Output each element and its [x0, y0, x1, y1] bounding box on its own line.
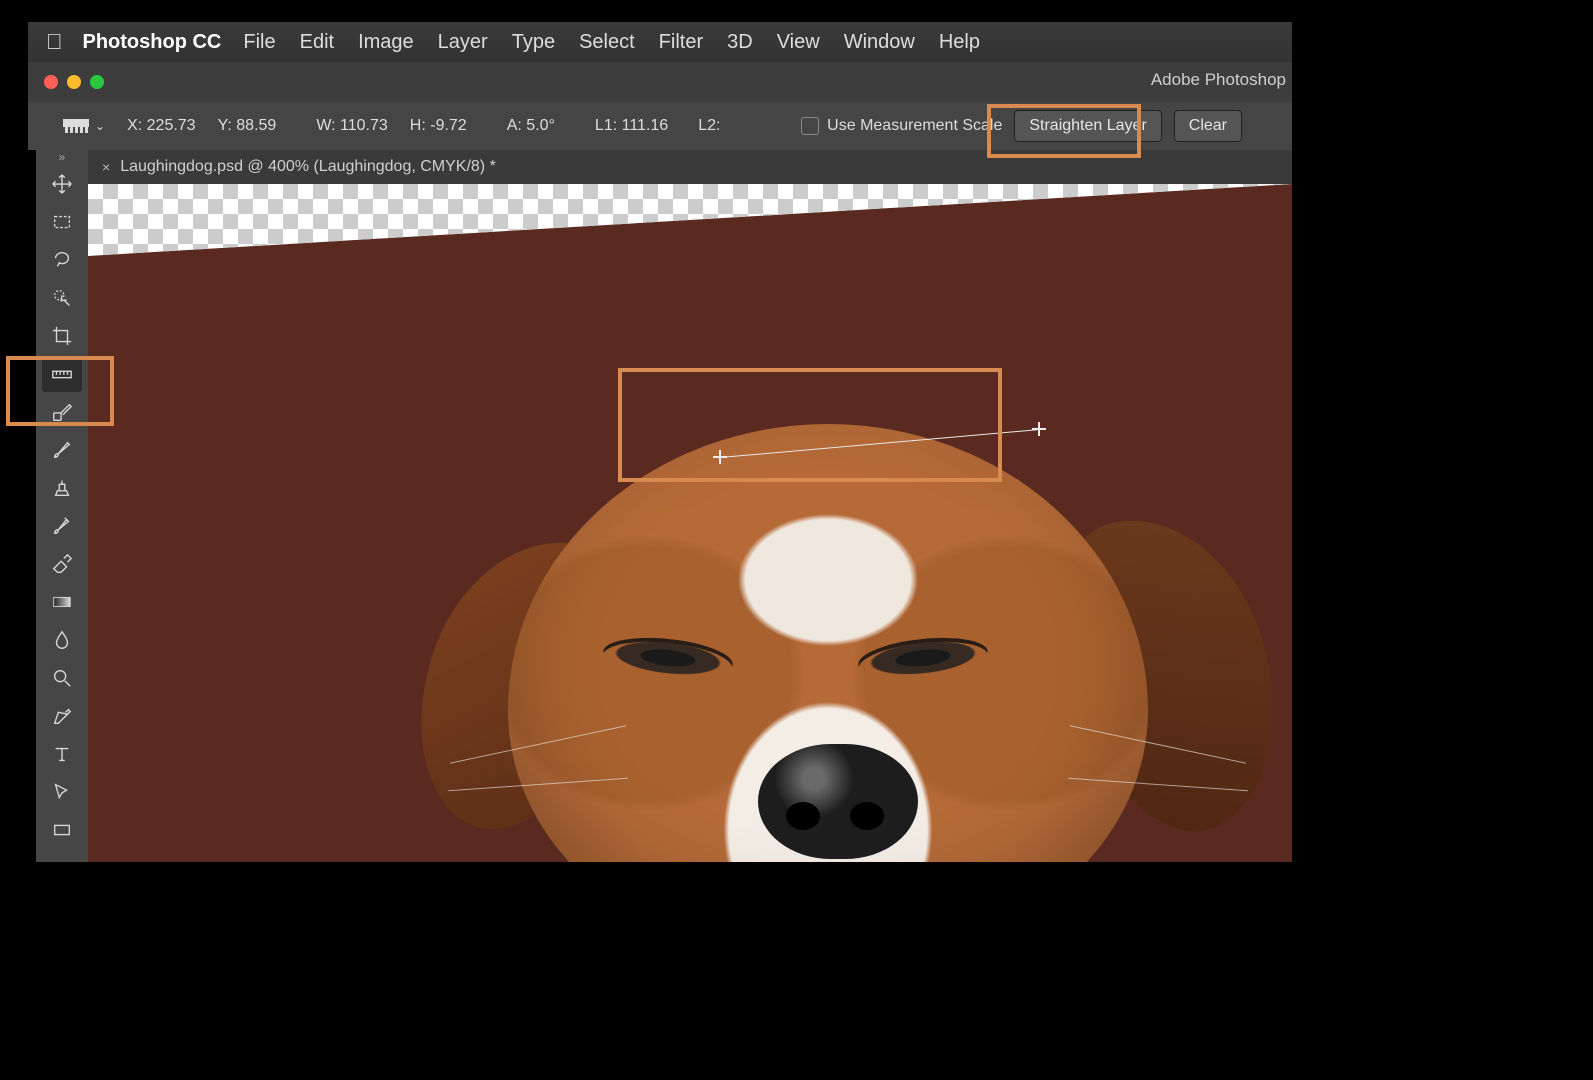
- type-tool[interactable]: [42, 736, 82, 772]
- path-selection-tool[interactable]: [42, 774, 82, 810]
- menu-3d[interactable]: 3D: [727, 31, 753, 54]
- app-frame:  Photoshop CC File Edit Image Layer Typ…: [28, 22, 1292, 862]
- clone-stamp-tool[interactable]: [42, 470, 82, 506]
- pen-tool[interactable]: [42, 698, 82, 734]
- menu-view[interactable]: View: [777, 31, 820, 54]
- use-measurement-scale-checkbox[interactable]: Use Measurement Scale: [801, 117, 1002, 135]
- tool-preset-picker[interactable]: ⌄: [63, 119, 105, 133]
- crop-tool[interactable]: [42, 318, 82, 354]
- readout-h: H: -9.72: [410, 117, 467, 135]
- image-content: [388, 384, 1288, 862]
- readout-x: X: 225.73: [127, 117, 196, 135]
- ruler-icon: [63, 119, 89, 133]
- menu-filter[interactable]: Filter: [659, 31, 703, 54]
- menu-image[interactable]: Image: [358, 31, 414, 54]
- readout-l1: L1: 111.16: [595, 117, 668, 135]
- document-tab[interactable]: × Laughingdog.psd @ 400% (Laughingdog, C…: [88, 150, 1292, 184]
- menu-window[interactable]: Window: [844, 31, 915, 54]
- menu-type[interactable]: Type: [512, 31, 555, 54]
- close-window-button[interactable]: [44, 75, 58, 89]
- collapse-toolbar-icon[interactable]: »: [36, 150, 88, 164]
- lasso-tool[interactable]: [42, 242, 82, 278]
- window-chrome: Adobe Photoshop: [28, 62, 1292, 102]
- straighten-layer-button[interactable]: Straighten Layer: [1014, 110, 1161, 142]
- use-measurement-scale-label: Use Measurement Scale: [827, 117, 1002, 135]
- readout-y: Y: 88.59: [218, 117, 277, 135]
- window-title: Adobe Photoshop: [1151, 70, 1286, 90]
- menu-layer[interactable]: Layer: [438, 31, 488, 54]
- quick-selection-tool[interactable]: [42, 280, 82, 316]
- mac-menubar:  Photoshop CC File Edit Image Layer Typ…: [28, 22, 1292, 62]
- menu-edit[interactable]: Edit: [300, 31, 334, 54]
- gradient-tool[interactable]: [42, 584, 82, 620]
- ruler-tool[interactable]: [42, 356, 82, 392]
- menu-file[interactable]: File: [243, 31, 275, 54]
- brush-tool[interactable]: [42, 432, 82, 468]
- menu-help[interactable]: Help: [939, 31, 980, 54]
- app-name[interactable]: Photoshop CC: [83, 31, 222, 54]
- move-tool[interactable]: [42, 166, 82, 202]
- options-bar: ⌄ X: 225.73 Y: 88.59 W: 110.73 H: -9.72 …: [28, 102, 1292, 150]
- clear-button[interactable]: Clear: [1174, 110, 1242, 142]
- menu-select[interactable]: Select: [579, 31, 635, 54]
- history-brush-tool[interactable]: [42, 508, 82, 544]
- traffic-lights: [44, 75, 104, 89]
- minimize-window-button[interactable]: [67, 75, 81, 89]
- eraser-tool[interactable]: [42, 546, 82, 582]
- document-tab-title: Laughingdog.psd @ 400% (Laughingdog, CMY…: [120, 158, 496, 176]
- apple-menu-icon[interactable]: : [46, 29, 63, 55]
- readout-a: A: 5.0°: [507, 117, 555, 135]
- chevron-down-icon: ⌄: [95, 119, 105, 133]
- checkbox-icon: [801, 117, 819, 135]
- readout-l2: L2:: [698, 117, 720, 135]
- zoom-window-button[interactable]: [90, 75, 104, 89]
- spot-healing-brush-tool[interactable]: [42, 394, 82, 430]
- document-canvas[interactable]: [88, 184, 1292, 862]
- close-tab-icon[interactable]: ×: [102, 159, 110, 175]
- dodge-tool[interactable]: [42, 660, 82, 696]
- readout-w: W: 110.73: [316, 117, 387, 135]
- transparency-area: [88, 184, 1292, 256]
- tools-panel: »: [36, 150, 88, 862]
- blur-tool[interactable]: [42, 622, 82, 658]
- rectangular-marquee-tool[interactable]: [42, 204, 82, 240]
- rectangle-tool[interactable]: [42, 812, 82, 848]
